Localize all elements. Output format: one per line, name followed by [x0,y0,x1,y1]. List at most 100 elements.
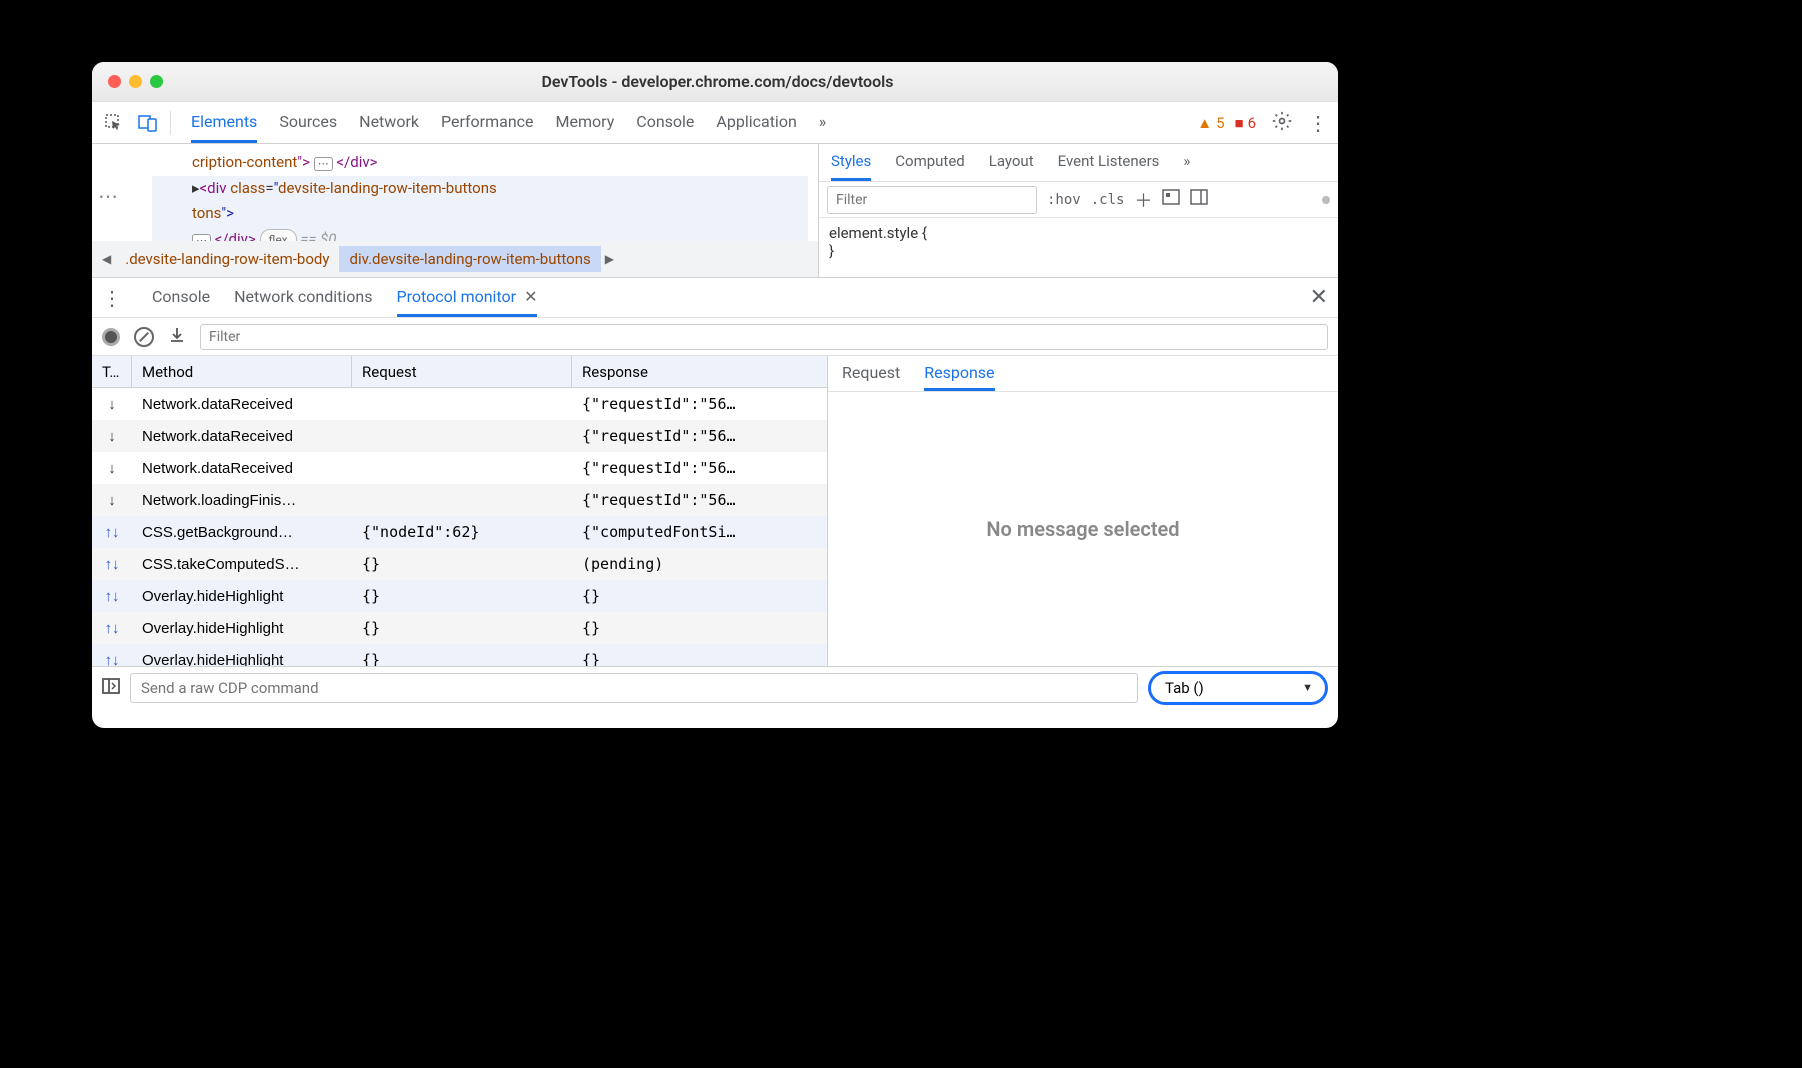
flexbox-editor-icon[interactable] [1162,189,1180,210]
detail-tab-response[interactable]: Response [924,356,994,391]
settings-icon[interactable] [1272,111,1292,135]
inspect-icon[interactable] [102,111,126,135]
tab-sources[interactable]: Sources [279,102,337,143]
device-toggle-icon[interactable] [136,111,160,135]
protocol-toolbar [92,318,1338,356]
drawer-tab-protocol-monitor[interactable]: Protocol monitor ✕ [397,278,538,317]
scroll-indicator-icon [1322,196,1330,204]
request-cell: {} [352,619,572,637]
download-icon[interactable] [168,326,186,348]
method-cell: Network.loadingFinis… [132,492,352,509]
col-type[interactable]: T… [92,356,132,387]
detail-tabs: Request Response [828,356,1338,392]
breadcrumb-next-icon[interactable]: ▶ [601,252,618,266]
tab-styles[interactable]: Styles [831,144,871,181]
tab-elements[interactable]: Elements [191,102,257,143]
drawer-close-icon[interactable]: ✕ [1310,285,1328,310]
tabs-overflow-icon[interactable]: » [819,102,827,143]
response-cell: (pending) [572,555,827,573]
window-controls [108,75,163,88]
table-row[interactable]: ↑↓Overlay.hideHighlight{}{} [92,644,827,666]
dom-class-text: cription-content [192,153,297,171]
drawer-tab-network-conditions[interactable]: Network conditions [234,278,372,317]
protocol-detail: Request Response No message selected [828,356,1338,666]
breadcrumb-item-selected[interactable]: div.devsite-landing-row-item-buttons [339,246,600,272]
col-response[interactable]: Response [572,356,827,387]
table-row[interactable]: ↑↓CSS.getBackground…{"nodeId":62}{"compu… [92,516,827,548]
method-cell: CSS.getBackground… [132,524,352,541]
errors-badge[interactable]: ■ 6 [1235,114,1257,132]
direction-icon: ↓ [92,460,132,477]
dom-tree[interactable]: ⋯ cription-content"> ⋯ </div> ▸<div clas… [92,144,818,277]
target-selector[interactable]: Tab () [1148,671,1328,705]
tab-event-listeners[interactable]: Event Listeners [1058,144,1160,181]
styles-filter-input[interactable] [827,186,1037,214]
response-cell: {"requestId":"56… [572,491,827,509]
protocol-filter-input[interactable] [200,324,1328,350]
left-panel-icon[interactable] [102,678,120,698]
direction-icon: ↑↓ [92,620,132,637]
styles-tabs: Styles Computed Layout Event Listeners » [819,144,1338,182]
breadcrumb-item[interactable]: .devsite-landing-row-item-body [115,246,339,272]
styles-pane: Styles Computed Layout Event Listeners »… [818,144,1338,277]
hov-toggle[interactable]: :hov [1047,192,1081,208]
response-cell: {} [572,619,827,637]
table-header: T… Method Request Response [92,356,827,388]
errors-count: 6 [1248,114,1256,132]
col-method[interactable]: Method [132,356,352,387]
window-minimize-button[interactable] [129,75,142,88]
response-cell: {"requestId":"56… [572,395,827,413]
table-row[interactable]: ↑↓CSS.takeComputedS…{}(pending) [92,548,827,580]
record-button[interactable] [102,328,120,346]
tab-performance[interactable]: Performance [441,102,534,143]
cls-toggle[interactable]: .cls [1091,192,1125,208]
window-zoom-button[interactable] [150,75,163,88]
tab-console[interactable]: Console [636,102,694,143]
protocol-table: T… Method Request Response ↓Network.data… [92,356,828,666]
table-row[interactable]: ↓Network.dataReceived{"requestId":"56… [92,420,827,452]
drawer-more-icon[interactable]: ⋮ [102,286,122,310]
method-cell: Network.dataReceived [132,396,352,413]
table-row[interactable]: ↓Network.dataReceived{"requestId":"56… [92,452,827,484]
table-row[interactable]: ↑↓Overlay.hideHighlight{}{} [92,612,827,644]
request-cell: {} [352,587,572,605]
dom-class-text-2: devsite-landing-row-item-buttons [278,179,497,197]
ellipsis-icon: ⋯ [98,184,118,208]
window-titlebar: DevTools - developer.chrome.com/docs/dev… [92,62,1338,102]
table-row[interactable]: ↑↓Overlay.hideHighlight{}{} [92,580,827,612]
window-close-button[interactable] [108,75,121,88]
styles-overflow-icon[interactable]: » [1183,144,1190,181]
method-cell: CSS.takeComputedS… [132,556,352,573]
tab-computed[interactable]: Computed [895,144,965,181]
tab-network[interactable]: Network [359,102,419,143]
more-icon[interactable]: ⋮ [1308,111,1328,135]
computed-sidebar-icon[interactable] [1190,189,1208,210]
table-row[interactable]: ↓Network.loadingFinis…{"requestId":"56… [92,484,827,516]
clear-button[interactable] [134,327,154,347]
drawer-tab-label: Protocol monitor [397,287,517,306]
direction-icon: ↑↓ [92,588,132,605]
breadcrumb: ◀ .devsite-landing-row-item-body div.dev… [92,241,818,277]
add-rule-icon[interactable]: ＋ [1134,187,1152,213]
styles-rules[interactable]: element.style { } [819,218,1338,266]
tab-layout[interactable]: Layout [989,144,1034,181]
issue-badges: ▲ 5 ■ 6 [1197,114,1256,132]
protocol-body: T… Method Request Response ↓Network.data… [92,356,1338,666]
tab-application[interactable]: Application [716,102,796,143]
direction-icon: ↓ [92,428,132,445]
breadcrumb-prev-icon[interactable]: ◀ [98,252,115,266]
warnings-badge[interactable]: ▲ 5 [1197,114,1224,132]
drawer-tab-console[interactable]: Console [152,278,210,317]
col-request[interactable]: Request [352,356,572,387]
response-cell: {"requestId":"56… [572,459,827,477]
direction-icon: ↑↓ [92,652,132,667]
cdp-command-input[interactable] [130,673,1138,703]
close-tab-icon[interactable]: ✕ [524,287,537,306]
method-cell: Overlay.hideHighlight [132,620,352,637]
table-row[interactable]: ↓Network.dataReceived{"requestId":"56… [92,388,827,420]
direction-icon: ↑↓ [92,524,132,541]
window-title: DevTools - developer.chrome.com/docs/dev… [163,72,1272,91]
response-cell: {} [572,651,827,666]
detail-tab-request[interactable]: Request [842,356,900,391]
tab-memory[interactable]: Memory [556,102,615,143]
